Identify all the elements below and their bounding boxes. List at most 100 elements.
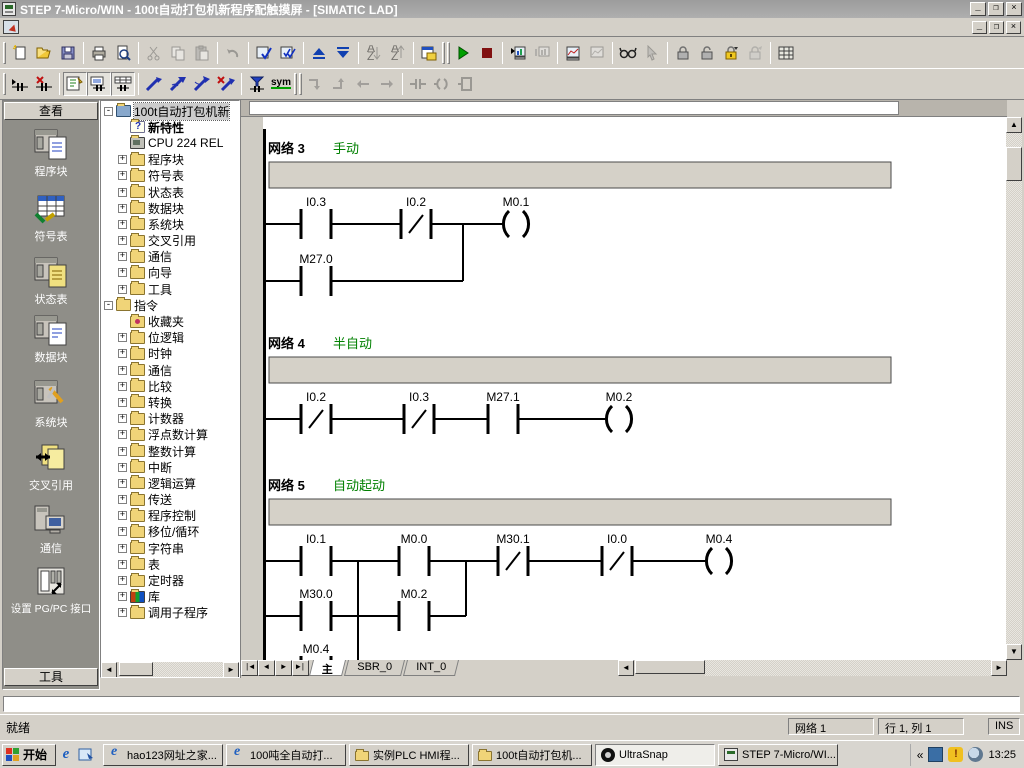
password-lock-button[interactable] <box>719 41 743 65</box>
box-element-button[interactable] <box>454 72 478 96</box>
tree-expand-box[interactable]: + <box>118 527 127 536</box>
tree-item[interactable]: 收藏夹 <box>104 313 239 329</box>
mdi-document-icon[interactable] <box>3 20 19 34</box>
tree-item[interactable]: + 工具 <box>104 281 239 297</box>
network-filter-button[interactable] <box>245 72 269 96</box>
security-shield-icon[interactable]: ! <box>948 747 963 762</box>
sidebar-item-program-block[interactable]: 程序块 <box>3 127 99 179</box>
network-comment-box[interactable] <box>269 357 891 383</box>
scroll-left-arrow[interactable]: ◄ <box>618 660 634 676</box>
tree-item[interactable]: + 字符串 <box>104 540 239 556</box>
minimize-button[interactable]: _ <box>970 2 986 16</box>
tree-expand-box[interactable]: + <box>118 479 127 488</box>
volume-icon[interactable] <box>968 747 983 762</box>
tree-expand-box[interactable]: + <box>118 155 127 164</box>
tree-item[interactable]: + 位逻辑 <box>104 330 239 346</box>
sidebar-item-symbol-table[interactable]: 符号表 <box>3 192 99 244</box>
pause-chart-status-button[interactable] <box>585 41 609 65</box>
tree-item[interactable]: + 中断 <box>104 459 239 475</box>
editor-vertical-scrollbar[interactable]: ▲ ▼ <box>1006 117 1022 660</box>
open-button[interactable] <box>32 41 56 65</box>
tree-expand-box[interactable]: + <box>118 333 127 342</box>
tree-item[interactable]: + 比较 <box>104 378 239 394</box>
symbolic-addressing-button[interactable]: sym <box>269 72 293 96</box>
scroll-up-arrow[interactable]: ▲ <box>1006 117 1022 133</box>
print-preview-button[interactable] <box>111 41 135 65</box>
tab-sbr0[interactable]: SBR_0 <box>344 660 405 676</box>
taskbar-window-button[interactable]: UltraSnap <box>595 744 715 766</box>
partial-lock-button[interactable] <box>743 41 767 65</box>
tree-item[interactable]: + 交叉引用 <box>104 233 239 249</box>
tree-expand-box[interactable]: + <box>118 608 127 617</box>
operand-label[interactable]: I0.0 <box>607 532 627 546</box>
scroll-right-arrow[interactable]: ► <box>991 660 1007 676</box>
goto-up-button[interactable] <box>327 72 351 96</box>
operand-label[interactable]: I0.3 <box>409 390 429 404</box>
tree-expand-box[interactable]: + <box>118 268 127 277</box>
tree-expand-box[interactable]: + <box>118 576 127 585</box>
sidebar-item-data-block[interactable]: 数据块 <box>3 313 99 365</box>
taskbar-window-button[interactable]: hao123网址之家... <box>103 744 223 766</box>
tab-scroll-last[interactable]: ►| <box>292 660 309 676</box>
operand-label[interactable]: M0.0 <box>401 532 428 546</box>
insert-branch-left-button[interactable] <box>190 72 214 96</box>
insert-branch-up-button[interactable] <box>166 72 190 96</box>
menu-item[interactable] <box>51 25 65 29</box>
browser-shortcut-icon[interactable] <box>76 745 96 765</box>
print-button[interactable] <box>87 41 111 65</box>
tree-expand-box[interactable]: + <box>118 398 127 407</box>
run-button[interactable] <box>451 41 475 65</box>
network-name[interactable]: 自动起动 <box>333 478 385 493</box>
chart-status-button[interactable] <box>561 41 585 65</box>
save-button[interactable] <box>56 41 80 65</box>
operand-label[interactable]: M0.4 <box>303 642 330 656</box>
menu-item[interactable] <box>23 25 37 29</box>
editor-horizontal-scrollbar[interactable]: ◄ ► <box>618 660 1007 676</box>
tree-item[interactable]: + 传送 <box>104 492 239 508</box>
tree-item[interactable]: + 逻辑运算 <box>104 475 239 491</box>
sidebar-item-system-block[interactable]: 系统块 <box>3 378 99 430</box>
sort-ascending-button[interactable]: AZ <box>362 41 386 65</box>
tree-item[interactable]: 新特性 <box>104 119 239 135</box>
tree-item[interactable]: + 通信 <box>104 249 239 265</box>
scroll-right-arrow[interactable]: ► <box>223 662 239 678</box>
tab-int0[interactable]: INT_0 <box>403 660 459 676</box>
tree-item[interactable]: + 移位/循环 <box>104 524 239 540</box>
menu-item[interactable] <box>121 25 135 29</box>
mdi-close-button[interactable]: × <box>1006 21 1021 34</box>
pause-program-status-button[interactable] <box>530 41 554 65</box>
new-button[interactable] <box>8 41 32 65</box>
tree-item[interactable]: + 表 <box>104 556 239 572</box>
ladder-canvas[interactable]: 网络 3 手动 I0.3 I0.2 M0.1 M27.0 网络 4 半自动 <box>241 117 1007 660</box>
tree-expand-box[interactable]: - <box>104 301 113 310</box>
delete-network-button[interactable] <box>32 72 56 96</box>
tree-item[interactable]: + 调用子程序 <box>104 605 239 621</box>
tree-item[interactable]: + 符号表 <box>104 168 239 184</box>
tree-expand-box[interactable]: + <box>118 349 127 358</box>
tree-item[interactable]: + 程序块 <box>104 152 239 168</box>
operand-label[interactable]: I0.3 <box>306 195 326 209</box>
network-number[interactable]: 网络 4 <box>268 336 306 351</box>
view-component-1-button[interactable] <box>63 72 87 96</box>
coil-element-button[interactable] <box>430 72 454 96</box>
tab-scroll-first[interactable]: |◄ <box>241 660 258 676</box>
monitor-glasses-button[interactable] <box>616 41 640 65</box>
tree-expand-box[interactable]: + <box>118 171 127 180</box>
operand-label[interactable]: M27.1 <box>486 390 520 404</box>
view-bar-header[interactable]: 查看 <box>4 102 98 120</box>
scroll-down-arrow[interactable]: ▼ <box>1006 644 1022 660</box>
options-button[interactable] <box>417 41 441 65</box>
network-name[interactable]: 半自动 <box>333 336 372 351</box>
tree-expand-box[interactable]: + <box>118 463 127 472</box>
tree-expand-box[interactable]: + <box>118 236 127 245</box>
tree-item[interactable]: + 系统块 <box>104 216 239 232</box>
internet-explorer-icon[interactable]: e <box>56 745 76 765</box>
network-number[interactable]: 网络 5 <box>268 478 305 493</box>
tree-expand-box[interactable]: + <box>118 560 127 569</box>
scroll-thumb[interactable] <box>635 660 705 674</box>
goto-left-button[interactable] <box>351 72 375 96</box>
tree-expand-box[interactable]: + <box>118 188 127 197</box>
tree-expand-box[interactable]: - <box>104 107 113 116</box>
stop-button[interactable] <box>475 41 499 65</box>
operand-label[interactable]: M30.1 <box>496 532 530 546</box>
